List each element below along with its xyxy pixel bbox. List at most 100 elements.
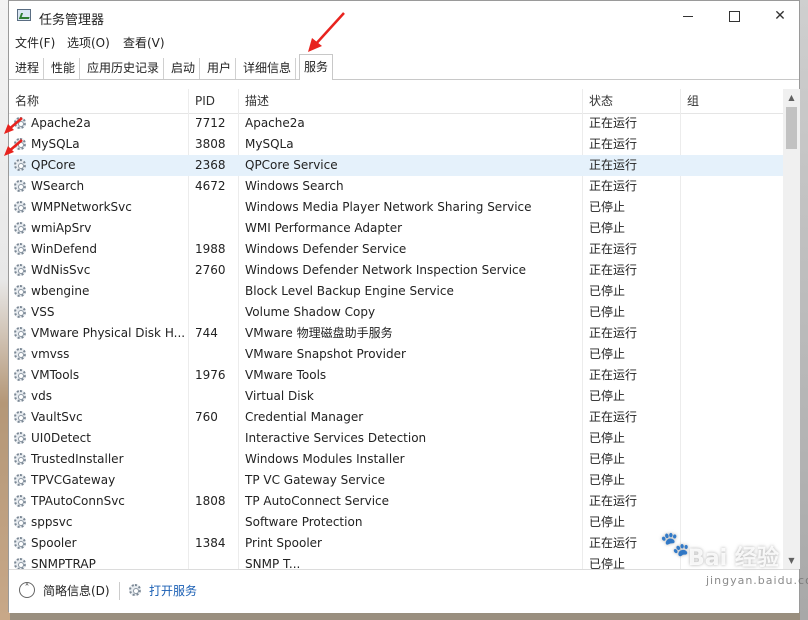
service-status: 已停止 bbox=[589, 200, 626, 214]
service-name: TPVCGateway bbox=[31, 473, 116, 487]
tab-divider bbox=[9, 79, 799, 80]
table-row[interactable]: SNMPTRAP SNMP T... 已停止 bbox=[9, 554, 783, 569]
scroll-down-arrow-icon[interactable]: ▼ bbox=[783, 552, 800, 569]
column-header-status[interactable]: 状态 bbox=[583, 89, 681, 113]
table-row[interactable]: VSS Volume Shadow Copy 已停止 bbox=[9, 302, 783, 323]
scroll-up-arrow-icon[interactable]: ▲ bbox=[783, 89, 800, 106]
fewer-details-button[interactable]: 简略信息(D) bbox=[43, 582, 110, 599]
service-name: WdNisSvc bbox=[31, 263, 91, 277]
service-pid bbox=[189, 218, 239, 239]
service-status: 正在运行 bbox=[589, 242, 638, 256]
service-pid bbox=[189, 512, 239, 533]
table-row[interactable]: VMware Physical Disk H... 744 VMware 物理磁盘助… bbox=[9, 323, 783, 344]
sort-arrow-icon: ^ bbox=[728, 89, 737, 96]
tab-processes[interactable]: 进程 bbox=[11, 58, 45, 79]
service-name: wbengine bbox=[31, 284, 90, 298]
service-status: 已停止 bbox=[589, 452, 626, 466]
service-status: 正在运行 bbox=[589, 368, 638, 382]
service-status: 正在运行 bbox=[589, 179, 638, 193]
column-header-name[interactable]: 名称 bbox=[9, 89, 189, 113]
task-manager-icon bbox=[17, 9, 31, 21]
table-row[interactable]: VaultSvc 760 Credential Manager 正在运行 bbox=[9, 407, 783, 428]
service-name: wmiApSrv bbox=[31, 221, 92, 235]
scrollbar-thumb[interactable] bbox=[786, 107, 797, 149]
tab-details[interactable]: 详细信息 bbox=[239, 58, 297, 79]
service-pid: 3808 bbox=[195, 137, 226, 151]
table-row[interactable]: TrustedInstaller Windows Modules Installe… bbox=[9, 449, 783, 470]
service-status: 已停止 bbox=[589, 347, 626, 361]
service-pid: 1976 bbox=[195, 368, 226, 382]
minimize-button[interactable] bbox=[665, 1, 711, 31]
service-name: WMPNetworkSvc bbox=[31, 200, 132, 214]
service-description: Credential Manager bbox=[245, 410, 364, 424]
service-pid bbox=[189, 344, 239, 365]
service-pid bbox=[189, 449, 239, 470]
table-row[interactable]: Apache2a 7712 Apache2a 正在运行 bbox=[9, 113, 783, 134]
table-row[interactable]: UI0Detect Interactive Services Detection 已… bbox=[9, 428, 783, 449]
table-row[interactable]: WSearch 4672 Windows Search 正在运行 bbox=[9, 176, 783, 197]
service-pid bbox=[189, 281, 239, 302]
service-description: Virtual Disk bbox=[245, 389, 314, 403]
table-row[interactable]: vds Virtual Disk 已停止 bbox=[9, 386, 783, 407]
service-status: 已停止 bbox=[589, 473, 626, 487]
service-name: vds bbox=[31, 389, 52, 403]
service-status: 已停止 bbox=[589, 389, 626, 403]
service-description: TP AutoConnect Service bbox=[245, 494, 390, 508]
menu-options[interactable]: 选项(O) bbox=[67, 34, 110, 51]
service-status: 已停止 bbox=[589, 284, 626, 298]
service-description: MySQLa bbox=[245, 137, 294, 151]
vertical-scrollbar[interactable]: ▲ ▼ bbox=[783, 89, 800, 569]
service-status: 正在运行 bbox=[589, 326, 638, 340]
table-row[interactable]: WMPNetworkSvc Windows Media Player Networ… bbox=[9, 197, 783, 218]
service-status: 正在运行 bbox=[589, 410, 638, 424]
service-status: 正在运行 bbox=[589, 137, 638, 151]
background-window-right bbox=[800, 0, 808, 620]
service-pid: 2760 bbox=[195, 263, 226, 277]
service-status: 已停止 bbox=[589, 431, 626, 445]
tab-startup[interactable]: 启动 bbox=[167, 58, 201, 79]
table-row[interactable]: wbengine Block Level Backup Engine Servic… bbox=[9, 281, 783, 302]
service-description: Block Level Backup Engine Service bbox=[245, 284, 454, 298]
tab-users[interactable]: 用户 bbox=[203, 58, 237, 79]
window-title: 任务管理器 bbox=[39, 13, 105, 28]
maximize-icon bbox=[728, 10, 740, 22]
service-status: 已停止 bbox=[589, 305, 626, 319]
table-row[interactable]: MySQLa 3808 MySQLa 正在运行 bbox=[9, 134, 783, 155]
service-pid: 760 bbox=[195, 410, 218, 424]
service-name: MySQLa bbox=[31, 137, 80, 151]
service-name: TrustedInstaller bbox=[31, 452, 124, 466]
service-description: VMware Tools bbox=[245, 368, 327, 382]
tab-app-history[interactable]: 应用历史记录 bbox=[83, 58, 165, 79]
tab-performance[interactable]: 性能 bbox=[47, 58, 81, 79]
table-row[interactable]: vmvss VMware Snapshot Provider 已停止 bbox=[9, 344, 783, 365]
service-rows: Apache2a 7712 Apache2a 正在运行 MySQLa 3808 MySQLa… bbox=[9, 113, 783, 569]
open-services-link[interactable]: 打开服务 bbox=[149, 582, 197, 599]
menu-file[interactable]: 文件(F) bbox=[15, 34, 55, 51]
table-row[interactable]: QPCore 2368 QPCore Service 正在运行 bbox=[9, 155, 783, 176]
service-name: TPAutoConnSvc bbox=[31, 494, 125, 508]
table-row[interactable]: Spooler 1384 Print Spooler 正在运行 bbox=[9, 533, 783, 554]
table-row[interactable]: sppsvc Software Protection 已停止 bbox=[9, 512, 783, 533]
column-header-pid[interactable]: PID bbox=[189, 89, 239, 113]
service-pid: 2368 bbox=[195, 158, 226, 172]
service-description: Interactive Services Detection bbox=[245, 431, 427, 445]
table-row[interactable]: WdNisSvc 2760 Windows Defender Network Ins… bbox=[9, 260, 783, 281]
service-description: Windows Modules Installer bbox=[245, 452, 405, 466]
menu-view[interactable]: 查看(V) bbox=[123, 34, 165, 51]
table-row[interactable]: TPAutoConnSvc 1808 TP AutoConnect Service 正… bbox=[9, 491, 783, 512]
table-row[interactable]: wmiApSrv WMI Performance Adapter 已停止 bbox=[9, 218, 783, 239]
service-pid: 744 bbox=[195, 326, 218, 340]
table-row[interactable]: VMTools 1976 VMware Tools 正在运行 bbox=[9, 365, 783, 386]
chevron-up-icon[interactable]: ˄ bbox=[19, 582, 35, 598]
table-row[interactable]: WinDefend 1988 Windows Defender Service 正在运… bbox=[9, 239, 783, 260]
table-row[interactable]: TPVCGateway TP VC Gateway Service 已停止 bbox=[9, 470, 783, 491]
column-header-description[interactable]: 描述 bbox=[239, 89, 583, 113]
service-name: VMTools bbox=[31, 368, 80, 382]
close-button[interactable]: ✕ bbox=[757, 1, 803, 31]
task-manager-window: 任务管理器 ✕ 文件(F) 选项(O) 查看(V) 进程 性能 应用历史记录 启… bbox=[8, 0, 803, 613]
maximize-button[interactable] bbox=[711, 1, 757, 31]
tab-services[interactable]: 服务 bbox=[299, 54, 334, 80]
service-description: QPCore Service bbox=[245, 158, 338, 172]
service-description: Software Protection bbox=[245, 515, 363, 529]
service-description: Windows Defender Network Inspection Serv… bbox=[245, 263, 527, 277]
